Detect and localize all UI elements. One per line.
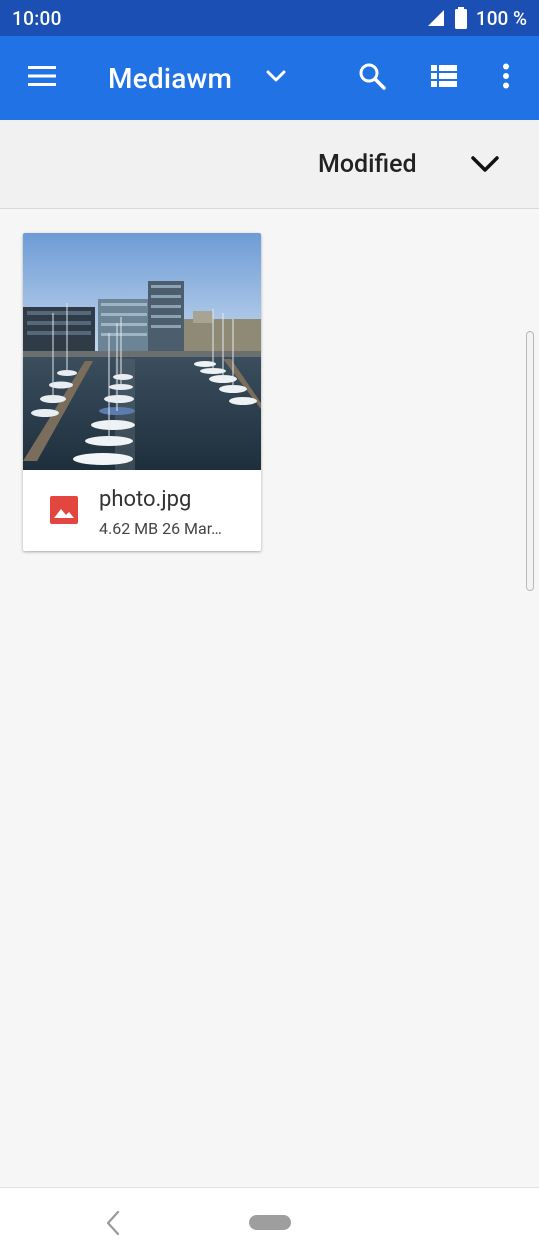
menu-button[interactable]	[22, 60, 62, 96]
scrollbar[interactable]	[526, 331, 534, 591]
search-button[interactable]	[354, 60, 390, 96]
page-title: Mediawm	[108, 61, 233, 95]
battery-percent: 100 %	[475, 6, 527, 30]
more-options-button[interactable]	[492, 60, 520, 96]
status-bar: 10:00 100 %	[0, 0, 539, 36]
title-dropdown-button[interactable]	[264, 64, 288, 88]
image-file-icon	[50, 496, 78, 524]
file-card[interactable]: photo.jpg 4.62 MB 26 Mar…	[23, 233, 261, 551]
app-bar: Mediawm	[0, 36, 539, 120]
battery-icon	[454, 7, 468, 29]
file-grid: photo.jpg 4.62 MB 26 Mar…	[0, 209, 539, 1187]
chevron-down-icon	[266, 67, 286, 86]
sort-button-label[interactable]: Modified	[318, 150, 417, 179]
signal-icon	[426, 9, 446, 27]
list-view-icon	[430, 64, 458, 92]
back-icon[interactable]	[102, 1210, 124, 1236]
sort-bar: Modified	[0, 120, 539, 209]
system-nav-bar	[0, 1187, 539, 1258]
search-icon	[358, 62, 386, 94]
home-pill-icon[interactable]	[249, 1215, 291, 1230]
status-icons: 100 %	[426, 7, 527, 30]
menu-icon	[27, 65, 57, 91]
status-time: 10:00	[12, 6, 62, 30]
folder-title-dropdown[interactable]: Mediawm	[108, 58, 232, 98]
file-thumbnail	[23, 233, 261, 470]
more-vert-icon	[502, 63, 510, 93]
chevron-down-icon[interactable]	[470, 155, 500, 179]
file-name: photo.jpg	[99, 487, 192, 512]
list-view-button[interactable]	[426, 60, 462, 96]
file-meta: 4.62 MB 26 Mar…	[99, 519, 222, 538]
